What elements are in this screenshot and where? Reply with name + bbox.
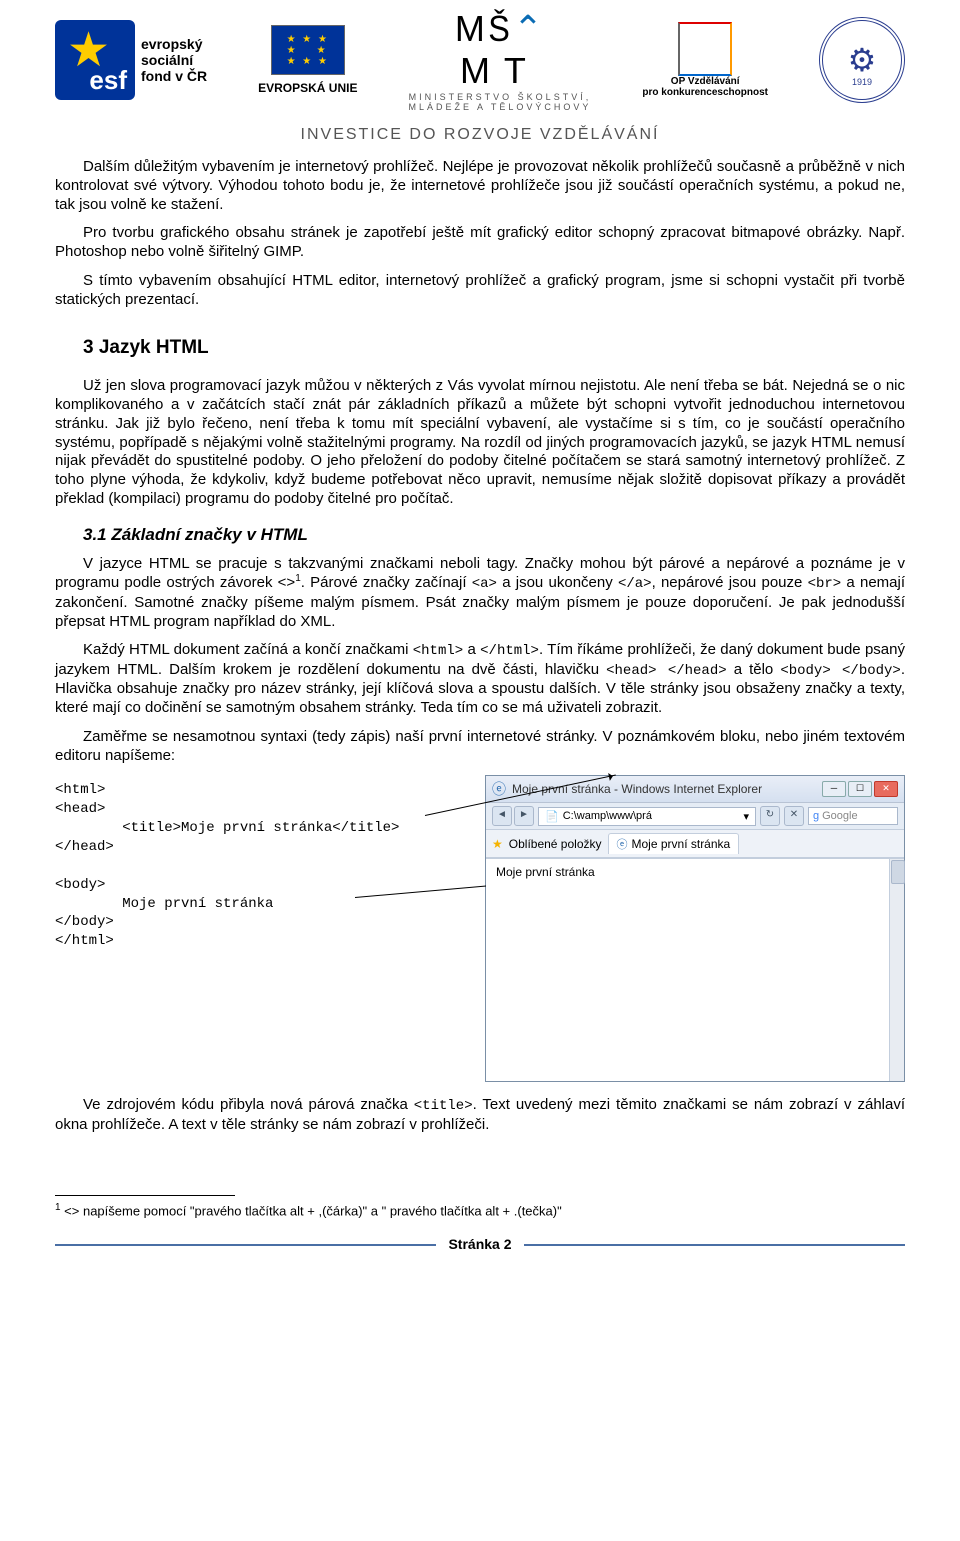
esf-logo: ★ esf evropský sociální fond v ČR — [55, 20, 207, 100]
back-button[interactable]: ◄ — [492, 806, 512, 826]
address-bar[interactable]: 📄 C:\wamp\www\prá ▾ — [538, 807, 756, 826]
minimize-button[interactable]: ─ — [822, 781, 846, 797]
tab-title: Moje první stránka — [632, 837, 731, 851]
browser-viewport: Moje první stránka — [486, 858, 904, 1081]
tab-ie-icon: ⓔ — [617, 836, 628, 852]
msmt-icon: MŠ⌃ MT — [409, 8, 592, 92]
section-3-heading: 3 Jazyk HTML — [83, 337, 905, 359]
page-footer: Stránka 2 — [55, 1244, 905, 1266]
stop-button[interactable]: ✕ — [784, 806, 804, 826]
search-box[interactable]: g Google — [808, 807, 898, 825]
browser-favorites-bar: ★ Oblíbené položky ⓔ Moje první stránka — [486, 830, 904, 858]
google-icon: g — [813, 810, 819, 822]
html-example-code: <html> <head> <title>Moje první stránka<… — [55, 781, 485, 951]
eu-logo: ★ ★ ★★ ★★ ★ ★ EVROPSKÁ UNIE — [258, 25, 357, 95]
search-provider: Google — [822, 810, 857, 822]
browser-mock: ⓔ Moje první stránka - Windows Internet … — [485, 775, 905, 1082]
code-and-browser-row: <html> <head> <title>Moje první stránka<… — [55, 775, 905, 1082]
intro-paragraph-2: Pro tvorbu grafického obsahu stránek je … — [55, 224, 905, 262]
browser-window-title: Moje první stránka - Windows Internet Ex… — [512, 782, 816, 796]
intro-paragraph-3: S tímto vybavením obsahující HTML editor… — [55, 272, 905, 310]
intro-paragraph-1: Dalším důležitým vybavením je internetov… — [55, 158, 905, 214]
page-icon: 📄 — [545, 810, 559, 823]
refresh-button[interactable]: ↻ — [760, 806, 780, 826]
browser-tab[interactable]: ⓔ Moje první stránka — [608, 833, 740, 854]
section-3-1-paragraph-3: Zaměřme se nesamotnou syntaxi (tedy zápi… — [55, 728, 905, 766]
address-url: C:\wamp\www\prá — [563, 810, 652, 822]
browser-toolbar: ◄ ► 📄 C:\wamp\www\prá ▾ ↻ ✕ g Google — [486, 803, 904, 830]
page-number: Stránka 2 — [436, 1236, 523, 1252]
maximize-button[interactable]: ☐ — [848, 781, 872, 797]
forward-button[interactable]: ► — [514, 806, 534, 826]
close-button[interactable]: ✕ — [874, 781, 898, 797]
after-code-paragraph: Ve zdrojovém kódu přibyla nová párová zn… — [55, 1096, 905, 1134]
opvk-icon — [678, 22, 732, 76]
header-logo-row: ★ esf evropský sociální fond v ČR ★ ★ ★★… — [55, 0, 905, 116]
ie-icon: ⓔ — [492, 779, 506, 799]
section-3-paragraph: Už jen slova programovací jazyk můžou v … — [55, 377, 905, 508]
invest-tagline: INVESTICE DO ROZVOJE VZDĚLÁVÁNÍ — [55, 116, 905, 158]
page-content-text: Moje první stránka — [496, 865, 595, 879]
section-3-1-heading: 3.1 Základní značky v HTML — [83, 525, 905, 545]
esf-icon: ★ esf — [55, 20, 135, 100]
section-3-1-paragraph-1: V jazyce HTML se pracuje s takzvanými zn… — [55, 555, 905, 632]
esf-caption: evropský sociální fond v ČR — [141, 36, 207, 84]
footnote-separator — [55, 1195, 235, 1196]
eu-flag-icon: ★ ★ ★★ ★★ ★ ★ — [271, 25, 345, 75]
scrollbar[interactable] — [889, 859, 904, 1081]
scroll-thumb[interactable] — [891, 860, 905, 884]
eu-caption: EVROPSKÁ UNIE — [258, 81, 357, 95]
opvk-logo: OP Vzdělávání pro konkurenceschopnost — [642, 22, 768, 98]
favorites-star-icon[interactable]: ★ — [492, 837, 503, 851]
browser-titlebar: ⓔ Moje první stránka - Windows Internet … — [486, 776, 904, 803]
msmt-logo: MŠ⌃ MT MINISTERSTVO ŠKOLSTVÍ, MLÁDEŽE A … — [409, 8, 592, 112]
favorites-label[interactable]: Oblíbené položky — [509, 837, 602, 851]
footnote-1: 1 <> napíšeme pomocí "pravého tlačítka a… — [55, 1202, 905, 1218]
section-3-1-paragraph-2: Každý HTML dokument začíná a končí značk… — [55, 641, 905, 718]
school-emblem-icon: 1919 ⚙ — [819, 17, 905, 103]
